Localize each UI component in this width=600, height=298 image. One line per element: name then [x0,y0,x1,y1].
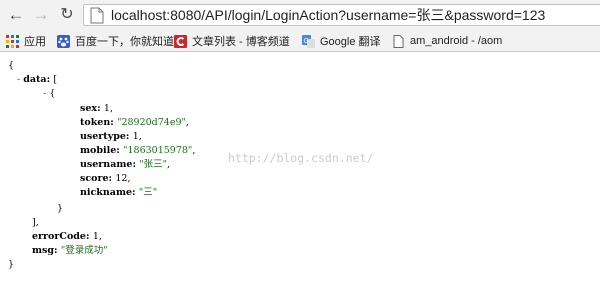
arrow-left-icon[interactable]: ← [6,5,26,25]
address-bar[interactable]: localhost:8080/API/login/LoginAction?use… [83,4,600,26]
bookmark-label: am_android - /aom [410,35,503,47]
json-value: "张三" [139,159,168,170]
json-error-code-row: errorCode: 1, [32,231,102,242]
watermark: http://blog.csdn.net/ [228,151,374,165]
page-icon [90,7,104,24]
json-value: 12 [115,173,128,184]
json-field-row: sex: 1, [80,103,113,114]
json-field-row: score: 12, [80,173,131,184]
google-translate-icon: G [302,34,315,48]
json-key: errorCode [32,231,86,242]
reload-icon[interactable]: ↻ [57,5,77,25]
csdn-logo-icon [174,34,187,48]
json-key: usertype [80,131,126,142]
json-field-row: username: "张三", [80,159,171,170]
json-value: "1863015978" [123,145,193,156]
json-field-row: usertype: 1, [80,131,142,142]
json-data-close: ], [32,217,39,228]
json-viewer: { - data: [ - { sex: 1, token: "28920d74… [0,52,600,298]
bookmark-label: 百度一下，你就知道 [75,36,174,48]
json-msg-row: msg: "登录成功" [32,245,108,256]
bookmark-label: 应用 [24,36,46,48]
json-value: "三" [138,187,158,198]
bookmark-label: 文章列表 - 博客频道 [192,36,290,48]
json-key: data [23,74,47,85]
baidu-paw-icon [57,34,70,48]
bookmark-apps[interactable]: 应用 [6,32,46,50]
bookmark-label: Google 翻译 [320,36,381,48]
json-field-row: nickname: "三" [80,187,158,198]
collapse-toggle[interactable]: - [17,74,20,85]
bookmark-am-android[interactable]: am_android - /aom [392,32,502,50]
bookmark-csdn[interactable]: 文章列表 - 博客频道 [174,32,290,50]
json-item-close: } [57,203,64,214]
json-key: token [80,117,111,128]
json-bracket: [ [53,74,58,85]
json-brace: { [49,88,56,99]
collapse-toggle[interactable]: - [43,88,46,99]
json-value: "登录成功" [60,245,108,256]
json-open-brace: { [8,60,15,71]
json-field-row: token: "28920d74e9", [80,117,189,128]
svg-text:G: G [304,38,309,45]
arrow-right-icon[interactable]: → [31,5,51,25]
json-key: mobile [80,145,117,156]
json-key: username [80,159,133,170]
apps-grid-icon [6,34,19,48]
bookmarks-bar: 应用 百度一下，你就知道 文章列表 - 博客频道 G Google 翻译 am_… [0,31,600,52]
json-field-row: mobile: "1863015978", [80,145,196,156]
browser-toolbar: ← → ↻ localhost:8080/API/login/LoginActi… [0,0,600,31]
json-key: msg [32,245,55,256]
page-icon [393,34,404,48]
json-key: nickname [80,187,133,198]
json-close-brace: } [8,259,15,270]
bookmark-baidu[interactable]: 百度一下，你就知道 [57,32,174,50]
bookmark-google-translate[interactable]: G Google 翻译 [302,32,381,50]
json-item-open: - { [43,88,55,100]
json-data-line: - data: [ [17,74,58,85]
json-key: score [80,173,109,184]
json-key: sex [80,103,98,114]
json-value: "28920d74e9" [117,117,186,128]
url-text[interactable]: localhost:8080/API/login/LoginAction?use… [111,5,545,25]
